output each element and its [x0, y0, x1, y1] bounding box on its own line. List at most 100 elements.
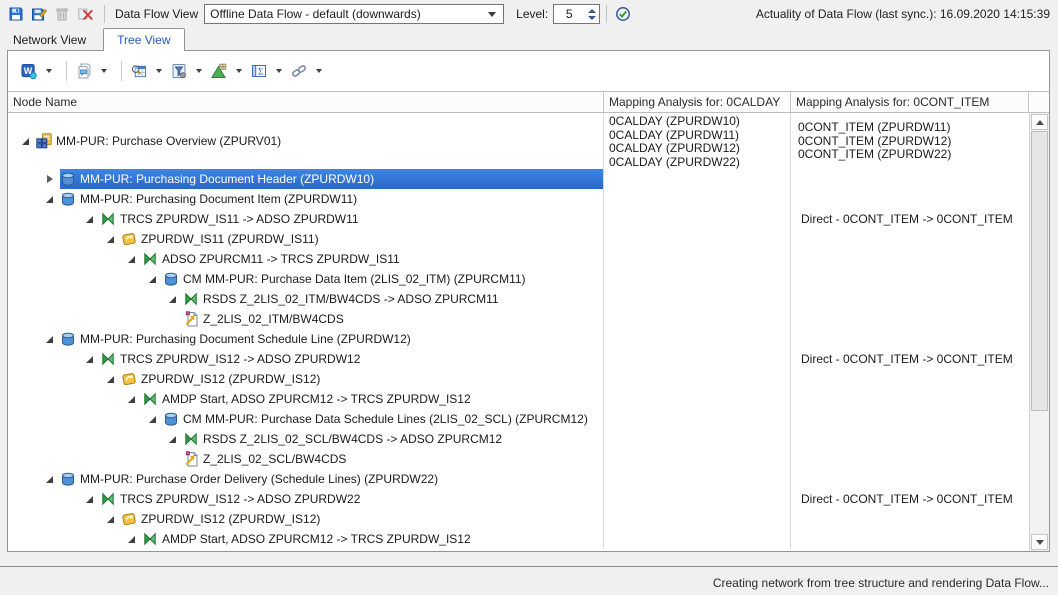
- tree-row[interactable]: Z_2LIS_02_SCL/BW4CDS: [8, 449, 1029, 469]
- tree-row[interactable]: ADSO ZPURCM11 -> TRCS ZPURDW_IS11: [8, 249, 1029, 269]
- trfn-icon: [183, 431, 199, 447]
- mapping-cont-item-cell: [791, 309, 1029, 329]
- trfn-icon: [100, 351, 116, 367]
- comment-document-button[interactable]: [74, 61, 109, 81]
- tree-row[interactable]: TRCS ZPURDW_IS12 -> ADSO ZPURDW22Direct …: [8, 489, 1029, 509]
- save-as-button[interactable]: [29, 3, 52, 25]
- collapse-arrow-icon[interactable]: [128, 256, 142, 263]
- spinner-down-icon[interactable]: [588, 16, 596, 20]
- data-flow-select[interactable]: Offline Data Flow - default (downwards): [204, 4, 504, 24]
- collapse-arrow-icon[interactable]: [107, 236, 121, 243]
- tree-node[interactable]: CM MM-PUR: Purchase Data Item (2LIS_02_I…: [163, 269, 603, 289]
- tree-row[interactable]: AMDP Start, ADSO ZPURCM12 -> TRCS ZPURDW…: [8, 389, 1029, 409]
- tree-node[interactable]: MM-PUR: Purchasing Document Schedule Lin…: [60, 329, 603, 349]
- collapse-arrow-icon[interactable]: [149, 416, 163, 423]
- tab-network-view[interactable]: Network View: [0, 30, 99, 51]
- dropdown-caret-icon[interactable]: [236, 69, 242, 73]
- level-spinner[interactable]: 5: [553, 4, 600, 24]
- collapse-arrow-icon[interactable]: [107, 516, 121, 523]
- collapse-arrow-icon[interactable]: [46, 196, 60, 203]
- collapse-arrow-icon[interactable]: [149, 276, 163, 283]
- mapping-calday-cell: 0CALDAY (ZPURDW10)0CALDAY (ZPURDW11)0CAL…: [604, 113, 791, 169]
- tree-row[interactable]: RSDS Z_2LIS_02_ITM/BW4CDS -> ADSO ZPURCM…: [8, 289, 1029, 309]
- tree-node[interactable]: TRCS ZPURDW_IS11 -> ADSO ZPURDW11: [100, 209, 603, 229]
- tree-node[interactable]: ZPURDW_IS12 (ZPURDW_IS12): [121, 369, 603, 389]
- dropdown-caret-icon[interactable]: [276, 69, 282, 73]
- sync-check-button[interactable]: [613, 3, 636, 25]
- link-button[interactable]: [289, 61, 324, 81]
- trash-button[interactable]: [52, 3, 75, 25]
- tree-row[interactable]: ZPURDW_IS12 (ZPURDW_IS12): [8, 369, 1029, 389]
- vertical-scrollbar[interactable]: [1029, 113, 1049, 551]
- tree-row[interactable]: MM-PUR: Purchase Overview (ZPURV01)0CALD…: [8, 113, 1029, 169]
- dropdown-caret-icon[interactable]: [46, 69, 52, 73]
- tree-row[interactable]: CM MM-PUR: Purchase Data Item (2LIS_02_I…: [8, 269, 1029, 289]
- tree-node[interactable]: MM-PUR: Purchase Overview (ZPURV01): [36, 113, 603, 169]
- tree-node[interactable]: ZPURDW_IS11 (ZPURDW_IS11): [121, 229, 603, 249]
- tree-row[interactable]: ZPURDW_IS12 (ZPURDW_IS12): [8, 509, 1029, 529]
- dataflow-icon: [36, 133, 52, 149]
- collapse-arrow-icon[interactable]: [86, 496, 100, 503]
- collapse-arrow-icon[interactable]: [46, 336, 60, 343]
- tree-node[interactable]: TRCS ZPURDW_IS12 -> ADSO ZPURDW12: [100, 349, 603, 369]
- tree-row[interactable]: CM MM-PUR: Purchase Data Schedule Lines …: [8, 409, 1029, 429]
- collapse-arrow-icon[interactable]: [169, 296, 183, 303]
- collapse-arrow-icon[interactable]: [86, 356, 100, 363]
- tree-node[interactable]: MM-PUR: Purchase Order Delivery (Schedul…: [60, 469, 603, 489]
- tree-row[interactable]: TRCS ZPURDW_IS11 -> ADSO ZPURDW11Direct …: [8, 209, 1029, 229]
- dropdown-caret-icon[interactable]: [156, 69, 162, 73]
- tree-view-panel: W Σ Node Name Mapping Analysis for: 0CALD…: [7, 50, 1050, 552]
- hierarchy-triangle-button[interactable]: [209, 61, 244, 81]
- collapse-arrow-icon[interactable]: [169, 436, 183, 443]
- tree-row[interactable]: Z_2LIS_02_ITM/BW4CDS: [8, 309, 1029, 329]
- dropdown-caret-icon[interactable]: [196, 69, 202, 73]
- tree-row[interactable]: RSDS Z_2LIS_02_SCL/BW4CDS -> ADSO ZPURCM…: [8, 429, 1029, 449]
- tree-row[interactable]: MM-PUR: Purchase Order Delivery (Schedul…: [8, 469, 1029, 489]
- tree-node[interactable]: RSDS Z_2LIS_02_ITM/BW4CDS -> ADSO ZPURCM…: [183, 289, 603, 309]
- collapse-arrow-icon[interactable]: [107, 376, 121, 383]
- collapse-arrow-icon[interactable]: [128, 396, 142, 403]
- tree-node[interactable]: AMDP Start, ADSO ZPURCM12 -> TRCS ZPURDW…: [142, 529, 603, 549]
- word-export-button[interactable]: W: [19, 61, 54, 81]
- scrollbar-thumb[interactable]: [1031, 131, 1048, 411]
- tree-node-label: ZPURDW_IS11 (ZPURDW_IS11): [141, 232, 319, 246]
- dropdown-caret-icon[interactable]: [316, 69, 322, 73]
- column-header-mapping-calday[interactable]: Mapping Analysis for: 0CALDAY: [604, 92, 791, 112]
- collapse-arrow-icon[interactable]: [22, 138, 36, 145]
- collapse-arrow-icon[interactable]: [86, 216, 100, 223]
- tree-row[interactable]: MM-PUR: Purchasing Document Header (ZPUR…: [8, 169, 1029, 189]
- collapse-arrow-icon[interactable]: [46, 476, 60, 483]
- tree-node[interactable]: TRCS ZPURDW_IS12 -> ADSO ZPURDW22: [100, 489, 603, 509]
- expand-arrow-icon[interactable]: [46, 175, 60, 183]
- tree-node[interactable]: Z_2LIS_02_ITM/BW4CDS: [183, 309, 603, 329]
- tree-node[interactable]: AMDP Start, ADSO ZPURCM12 -> TRCS ZPURDW…: [142, 389, 603, 409]
- tree-row[interactable]: TRCS ZPURDW_IS12 -> ADSO ZPURDW12Direct …: [8, 349, 1029, 369]
- table-sum-button[interactable]: Σ: [249, 61, 284, 81]
- dropdown-caret-icon[interactable]: [101, 69, 107, 73]
- table-search-button[interactable]: [129, 61, 164, 81]
- tree-row[interactable]: ZPURDW_IS11 (ZPURDW_IS11): [8, 229, 1029, 249]
- tree-node[interactable]: Z_2LIS_02_SCL/BW4CDS: [183, 449, 603, 469]
- mapping-cont-item-cell: [791, 429, 1029, 449]
- collapse-arrow-icon[interactable]: [128, 536, 142, 543]
- tree-node[interactable]: CM MM-PUR: Purchase Data Schedule Lines …: [163, 409, 603, 429]
- spinner-up-icon[interactable]: [588, 9, 596, 13]
- tree-node-selected[interactable]: MM-PUR: Purchasing Document Header (ZPUR…: [60, 169, 603, 189]
- tree-node[interactable]: ZPURDW_IS12 (ZPURDW_IS12): [121, 509, 603, 529]
- chevron-down-icon[interactable]: [488, 12, 496, 17]
- save-button[interactable]: [6, 3, 29, 25]
- column-header-mapping-cont-item[interactable]: Mapping Analysis for: 0CONT_ITEM: [791, 92, 1029, 112]
- mapping-calday-cell: [604, 389, 791, 409]
- delete-data-flow-button[interactable]: [75, 3, 98, 25]
- scroll-down-button[interactable]: [1031, 534, 1048, 550]
- tree-node[interactable]: RSDS Z_2LIS_02_SCL/BW4CDS -> ADSO ZPURCM…: [183, 429, 603, 449]
- tree-node[interactable]: MM-PUR: Purchasing Document Item (ZPURDW…: [60, 189, 603, 209]
- tree-row[interactable]: AMDP Start, ADSO ZPURCM12 -> TRCS ZPURDW…: [8, 529, 1029, 549]
- filter-page-button[interactable]: [169, 61, 204, 81]
- column-header-node-name[interactable]: Node Name: [8, 92, 604, 112]
- scroll-up-button[interactable]: [1031, 114, 1048, 130]
- tree-node[interactable]: ADSO ZPURCM11 -> TRCS ZPURDW_IS11: [142, 249, 603, 269]
- tree-row[interactable]: MM-PUR: Purchasing Document Schedule Lin…: [8, 329, 1029, 349]
- tab-tree-view[interactable]: Tree View: [103, 28, 184, 51]
- tree-row[interactable]: MM-PUR: Purchasing Document Item (ZPURDW…: [8, 189, 1029, 209]
